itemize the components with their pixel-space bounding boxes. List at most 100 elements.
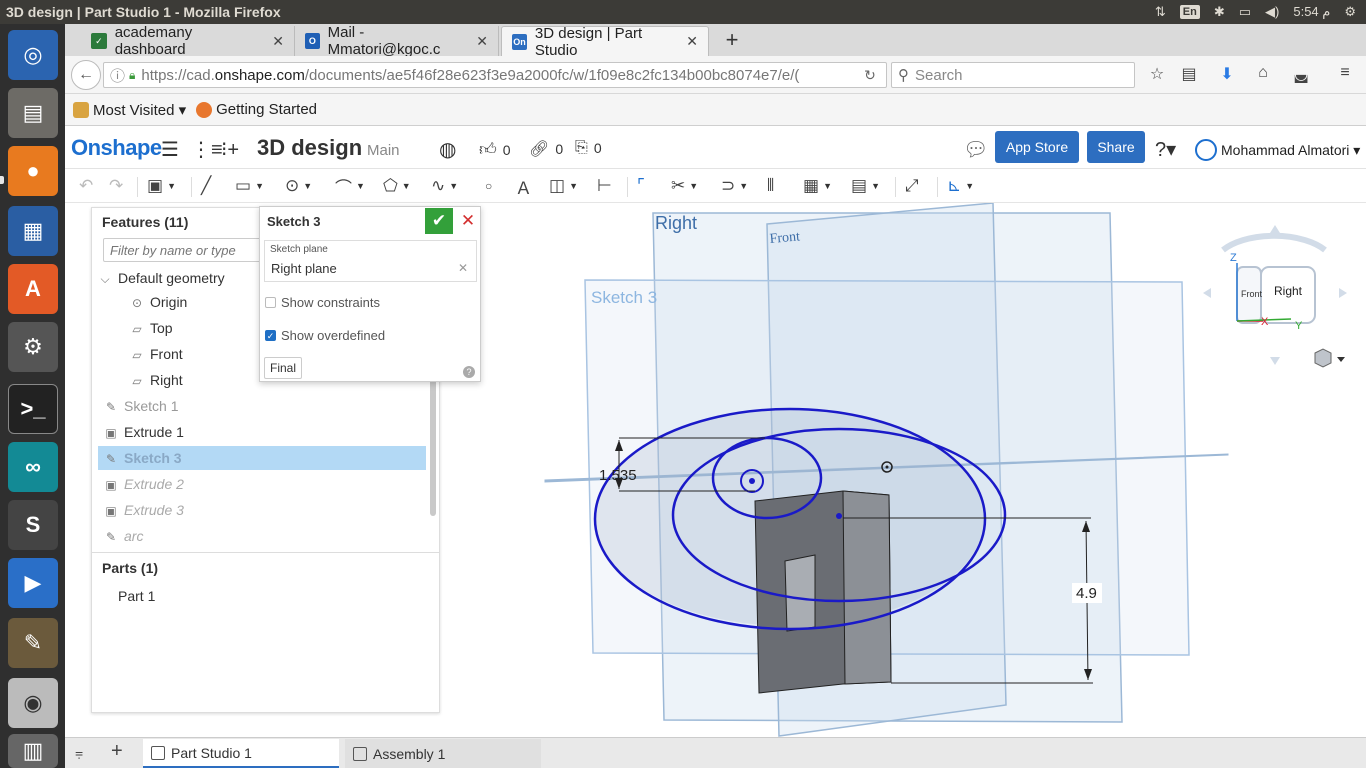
add-tab-button[interactable]: + — [111, 740, 123, 763]
circle-tool[interactable]: ⊙ ▼ — [285, 175, 312, 197]
files-icon[interactable]: ▤ — [8, 88, 58, 138]
firefox-icon[interactable]: ● — [8, 146, 58, 196]
terminal-icon[interactable]: >_ — [8, 384, 58, 434]
feature-extrude-2[interactable]: ▣ Extrude 2 — [98, 472, 426, 496]
comment-icon[interactable]: 💬︎ — [963, 137, 988, 162]
trash-icon[interactable]: ▥ — [8, 734, 58, 768]
construction-tool[interactable]: ◫ ▼ — [549, 175, 578, 197]
writer-icon[interactable]: ▦ — [8, 206, 58, 256]
reload-icon[interactable]: ↻ — [855, 62, 885, 88]
checkbox-box-checked[interactable]: ✓ — [265, 330, 276, 341]
arc-tool[interactable]: ⌒ ▼ — [335, 175, 365, 198]
constraints-tool[interactable]: ⊾ ▼ — [947, 175, 974, 197]
system-settings-icon[interactable]: ⚙ — [8, 322, 58, 372]
menu-hamburger-icon[interactable]: ☰ — [161, 137, 179, 162]
use-tool[interactable]: ⤢ — [905, 175, 919, 197]
insert-icon[interactable]: ⁝+ — [221, 137, 239, 162]
help-icon[interactable]: ?▾ — [1155, 137, 1176, 162]
sketch-plane-field[interactable]: Sketch plane Right plane ✕ — [264, 240, 477, 282]
menu-hamburger-icon[interactable]: ≡ — [1333, 64, 1357, 86]
part-item[interactable]: Part 1 — [98, 584, 426, 608]
gear-icon[interactable]: ⚙ — [1344, 4, 1356, 20]
pocket-icon[interactable]: ◛ — [1289, 64, 1313, 86]
view-cube-down-arrow[interactable] — [1270, 357, 1280, 365]
view-cube[interactable]: Front Right Z X Y — [1203, 225, 1347, 365]
likes-counter[interactable]: 👍︎ 0 — [479, 139, 511, 160]
final-button[interactable]: Final — [264, 357, 302, 379]
links-counter[interactable]: 🔗︎ 0 — [529, 139, 563, 159]
back-button[interactable]: ← — [71, 60, 101, 90]
part-side-face[interactable] — [842, 490, 892, 685]
trim-tool[interactable]: ✂ ▼ — [671, 175, 698, 197]
cancel-button[interactable]: ✕ — [456, 208, 480, 234]
close-tab-icon[interactable]: ✕ — [272, 33, 284, 50]
globe-icon[interactable]: ◍ — [439, 137, 456, 162]
sketch-plane-label[interactable]: Sketch 3 — [591, 288, 657, 307]
clear-icon[interactable]: ✕ — [458, 261, 468, 275]
url-bar[interactable]: ⓘ 🔒︎ https://cad. onshape.com/documents/a… — [103, 62, 887, 88]
line-tool[interactable]: ╱ — [201, 175, 211, 197]
redo-icon[interactable]: ↷ — [109, 175, 123, 197]
software-center-icon[interactable]: A — [8, 264, 58, 314]
checkbox-box[interactable] — [265, 297, 276, 308]
battery-icon[interactable]: ▭ — [1239, 4, 1251, 20]
app-store-button[interactable]: App Store — [995, 131, 1079, 163]
part-slot[interactable] — [784, 554, 816, 632]
browser-tab-mail[interactable]: O Mail - Mmatori@kgoc.c ✕ — [295, 24, 499, 58]
right-plane-label[interactable]: Right — [655, 213, 697, 233]
chevron-down-icon[interactable]: ⌵ — [98, 272, 112, 286]
sublime-text-icon[interactable]: S — [8, 500, 58, 550]
onshape-logo[interactable]: Onshape — [71, 135, 162, 161]
dimension-tool[interactable]: ⊢ — [597, 175, 612, 197]
features-title[interactable]: Features (11) — [102, 214, 188, 230]
document-title[interactable]: 3D design — [257, 135, 362, 161]
import-dxf-tool[interactable]: ▤ ▼ — [851, 175, 880, 197]
media-player-icon[interactable]: ▶ — [8, 558, 58, 608]
user-menu[interactable]: Mohammad Almatori ▾ — [1195, 139, 1360, 161]
undo-icon[interactable]: ↶ — [79, 175, 93, 197]
bookmark-most-visited[interactable]: Most Visited ▾ — [73, 101, 186, 119]
mirror-tool[interactable]: ⫴ — [767, 175, 774, 197]
feature-sketch-1[interactable]: ✎ Sketch 1 — [98, 394, 426, 418]
gimp-icon[interactable]: ✎ — [8, 618, 58, 668]
pattern-tool[interactable]: ▦ ▼ — [803, 175, 832, 197]
keyboard-language-indicator[interactable]: En — [1179, 5, 1200, 19]
feature-arc[interactable]: ✎ arc — [98, 524, 426, 548]
close-tab-icon[interactable]: ✕ — [476, 33, 488, 50]
share-button[interactable]: Share — [1087, 131, 1145, 163]
parts-title[interactable]: Parts (1) — [102, 560, 158, 576]
show-constraints-checkbox[interactable]: Show constraints — [265, 295, 380, 310]
clock[interactable]: 5:54 م — [1293, 4, 1330, 20]
bookmark-getting-started[interactable]: Getting Started — [196, 101, 317, 118]
text-tool[interactable]: Ａ — [515, 175, 532, 198]
ubuntu-dash-icon[interactable]: ◎ — [8, 30, 58, 80]
network-arrows-icon[interactable]: ⇅ — [1155, 4, 1166, 20]
front-plane-label[interactable]: Front — [769, 229, 801, 247]
offset-tool[interactable]: ⊃ ▼ — [721, 175, 748, 197]
copies-counter[interactable]: ⎘ 0 — [575, 139, 602, 157]
fillet-tool[interactable]: ⌜ — [637, 175, 645, 197]
sketch-tool-dropdown[interactable]: ▣ ▼ — [147, 175, 176, 197]
bluetooth-icon[interactable]: ✱ — [1214, 4, 1225, 20]
center-point[interactable] — [749, 478, 755, 484]
versions-list-icon[interactable]: ⋮≡ — [191, 137, 223, 162]
browser-tab-onshape[interactable]: On 3D design | Part Studio ✕ — [501, 25, 709, 59]
bookmark-star-icon[interactable]: ☆ — [1145, 64, 1169, 86]
rectangle-tool[interactable]: ▭ ▼ — [235, 175, 264, 197]
view-options-icon[interactable] — [1314, 348, 1345, 368]
spline-tool[interactable]: ∿ ▼ — [431, 175, 458, 197]
view-cube-right-arrow[interactable] — [1339, 288, 1347, 298]
search-input[interactable]: ⚲ Search — [891, 62, 1135, 88]
home-icon[interactable]: ⌂ — [1251, 64, 1275, 86]
polygon-tool[interactable]: ⬠ ▼ — [383, 175, 411, 197]
volume-icon[interactable]: ◀) — [1265, 4, 1279, 20]
dimension-label-2[interactable]: 4.9 — [1076, 585, 1097, 602]
feature-filter-input[interactable] — [103, 238, 263, 262]
camera-app-icon[interactable]: ◉ — [8, 678, 58, 728]
view-cube-up-arrow[interactable] — [1270, 225, 1280, 233]
accept-button[interactable]: ✔ — [425, 208, 453, 234]
feature-extrude-1[interactable]: ▣ Extrude 1 — [98, 420, 426, 444]
point-tool[interactable]: ○ — [485, 175, 492, 197]
tab-manager-icon[interactable]: ⩦ — [75, 744, 83, 761]
reading-list-icon[interactable]: ▤ — [1177, 64, 1201, 86]
